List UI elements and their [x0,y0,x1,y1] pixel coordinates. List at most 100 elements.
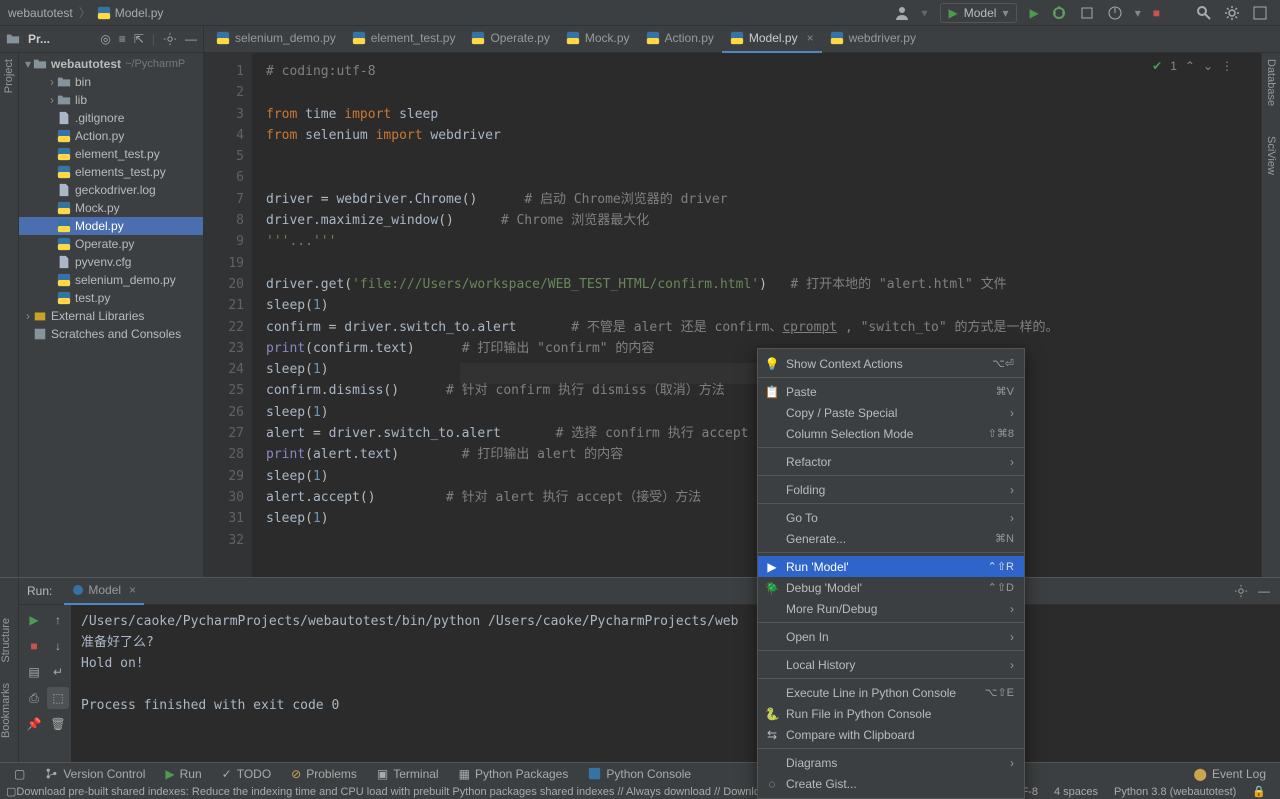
project-tree[interactable]: ▾webautotest~/PycharmP›bin›lib.gitignore… [19,53,204,577]
hide-icon[interactable]: — [185,32,197,46]
wrap-icon[interactable]: ↵ [47,661,69,683]
editor[interactable]: 1234567891920212223242526272829303132 # … [204,53,1261,577]
editor-tab[interactable]: webdriver.py [822,26,924,53]
editor-tab[interactable]: Mock.py [558,26,638,53]
menu-item[interactable]: More Run/Debug› [758,598,1024,619]
tree-row[interactable]: ›bin [19,73,203,91]
menu-item[interactable]: 🐍Run File in Python Console [758,703,1024,724]
structure-tool-button[interactable]: Structure [0,618,12,663]
tree-row[interactable]: Operate.py [19,235,203,253]
menu-separator [758,552,1024,553]
editor-tab[interactable]: Model.py× [722,26,822,53]
stop-button[interactable]: ■ [1153,6,1160,20]
profile-icon[interactable] [1107,5,1123,21]
tree-row[interactable]: element_test.py [19,145,203,163]
run-output[interactable]: /Users/caoke/PycharmProjects/webautotest… [71,605,1280,779]
run-button[interactable]: ▶ [1029,6,1038,20]
menu-item[interactable]: Execute Line in Python Console⌥⇧E [758,682,1024,703]
chevron-right-icon: › [1010,756,1014,770]
sciview-tool-button[interactable]: SciView [1265,136,1277,175]
bug-icon: 🪲 [765,581,779,595]
code-content[interactable]: # coding:utf-8 from time import sleepfro… [252,53,1261,577]
tree-row[interactable]: Action.py [19,127,203,145]
bookmarks-tool-button[interactable]: Bookmarks [0,683,12,738]
ide-icon[interactable] [1252,5,1268,21]
tree-row[interactable]: ›External Libraries [19,307,203,325]
breadcrumb-file[interactable]: Model.py [115,6,164,20]
tree-row[interactable]: elements_test.py [19,163,203,181]
stop-icon[interactable]: ■ [23,635,45,657]
breadcrumb-project[interactable]: webautotest [8,6,73,20]
packages-tool[interactable]: ▦Python Packages [451,767,577,781]
collapse-icon[interactable]: ⇱ [134,32,144,46]
editor-tab[interactable]: element_test.py [344,26,464,53]
status-icon[interactable]: ▢ [6,785,16,798]
menu-item[interactable]: ▶Run 'Model'⌃⇧R [758,556,1024,577]
layout-icon[interactable]: ▤ [23,661,45,683]
file-icon [57,129,71,143]
editor-tab[interactable]: Operate.py [463,26,557,53]
tree-row[interactable]: ▾webautotest~/PycharmP [19,55,203,73]
expand-icon[interactable]: ≡ [119,32,126,46]
close-icon[interactable]: × [807,31,814,45]
close-tab-icon[interactable]: × [129,583,136,597]
tree-row[interactable]: ›lib [19,91,203,109]
tree-row[interactable]: geckodriver.log [19,181,203,199]
hide-panel-icon[interactable]: — [1258,584,1270,598]
tree-row[interactable]: Scratches and Consoles [19,325,203,343]
menu-item[interactable]: Diagrams› [758,752,1024,773]
search-icon[interactable] [1196,5,1212,21]
problems-tool[interactable]: ⊘Problems [283,767,365,781]
debug-button[interactable] [1051,5,1067,21]
file-icon [57,147,71,161]
tree-row[interactable]: test.py [19,289,203,307]
down-icon[interactable]: ↓ [47,635,69,657]
export-icon[interactable]: ⬚ [47,687,69,709]
tree-row[interactable]: Mock.py [19,199,203,217]
tree-row[interactable]: selenium_demo.py [19,271,203,289]
user-icon[interactable] [894,5,910,21]
run-tab-model[interactable]: Model × [64,578,144,605]
settings-icon[interactable] [1224,5,1240,21]
todo-tool[interactable]: ✓TODO [214,767,280,781]
run-config-name: Model [964,6,997,20]
run-settings-icon[interactable] [1234,584,1248,598]
terminal-tool[interactable]: ▣Terminal [369,767,447,781]
print-icon[interactable]: ⎙ [23,687,45,709]
menu-item[interactable]: ◌Create Gist... [758,773,1024,794]
file-icon [57,291,71,305]
menu-item[interactable]: Open In› [758,626,1024,647]
editor-tab[interactable]: selenium_demo.py [208,26,344,53]
project-tool-button[interactable]: Project [3,59,15,93]
select-target-icon[interactable]: ◎ [100,32,110,46]
console-tool[interactable]: Python Console [580,767,699,781]
coverage-icon[interactable] [1079,5,1095,21]
menu-item[interactable]: Local History› [758,654,1024,675]
run-config-selector[interactable]: ▶ Model ▾ [940,3,1018,23]
run-tool[interactable]: ▶Run [157,767,209,781]
vcs-tool[interactable]: Version Control [37,767,153,781]
tool-window-icon[interactable]: ▢ [6,767,33,781]
indent[interactable]: 4 spaces [1046,786,1106,798]
tree-row[interactable]: Model.py [19,217,203,235]
gear-icon[interactable] [163,32,177,46]
tree-row[interactable]: .gitignore [19,109,203,127]
pin-icon[interactable]: 📌 [23,713,45,735]
menu-item[interactable]: 🪲Debug 'Model'⌃⇧D [758,577,1024,598]
database-tool-button[interactable]: Database [1265,59,1277,106]
trash-icon[interactable]: 🗑 [47,713,69,735]
rerun-icon[interactable]: ▶ [23,609,45,631]
chevron-right-icon: › [1010,602,1014,616]
lock-icon[interactable]: 🔒 [1244,785,1274,798]
file-icon [57,183,71,197]
file-icon [33,57,47,71]
event-log-tool[interactable]: ⬤Event Log [1186,767,1274,781]
file-icon [57,273,71,287]
python-file-icon [646,31,660,45]
tree-row[interactable]: pyvenv.cfg [19,253,203,271]
editor-tab[interactable]: Action.py [638,26,722,53]
up-icon[interactable]: ↑ [47,609,69,631]
project-dropdown[interactable]: Pr... [28,32,92,46]
python-interpreter[interactable]: Python 3.8 (webautotest) [1106,786,1244,798]
menu-item[interactable]: ⇆Compare with Clipboard [758,724,1024,745]
